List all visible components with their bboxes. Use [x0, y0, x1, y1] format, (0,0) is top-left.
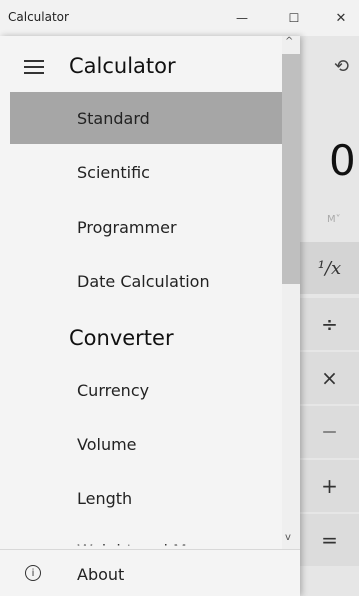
about-link[interactable]: About: [77, 565, 124, 584]
result-display: 0: [329, 136, 356, 185]
maximize-button[interactable]: ☐: [280, 6, 308, 30]
divide-key[interactable]: ÷: [300, 298, 359, 350]
nav-item-currency[interactable]: Currency: [10, 364, 282, 416]
title-bar: Calculator — ☐ ✕: [0, 0, 359, 36]
divide-label: ÷: [321, 312, 338, 336]
nav-item-programmer[interactable]: Programmer: [10, 201, 282, 253]
nav-item-label: Length: [77, 488, 133, 508]
history-icon: ⟲: [334, 56, 350, 77]
equals-key[interactable]: =: [300, 514, 359, 566]
scroll-down-icon[interactable]: v: [285, 532, 291, 543]
minimize-icon: —: [236, 11, 248, 25]
nav-item-label: Volume: [77, 434, 137, 454]
calculator-body: ⟲ 0 M˅ ¹/x ÷ × — + =: [300, 36, 359, 596]
subtract-key[interactable]: —: [300, 406, 359, 458]
memory-button[interactable]: M˅: [327, 214, 341, 225]
scroll-up-icon[interactable]: ^: [285, 36, 293, 47]
nav-item-label: Currency: [77, 380, 150, 400]
nav-scrollbar-thumb[interactable]: [282, 54, 300, 284]
multiply-key[interactable]: ×: [300, 352, 359, 404]
multiply-label: ×: [321, 366, 338, 390]
nav-item-label: Scientific: [77, 162, 150, 182]
subtract-label: —: [322, 424, 337, 440]
hamburger-icon[interactable]: [24, 60, 44, 74]
nav-item-date-calculation[interactable]: Date Calculation: [10, 255, 282, 307]
nav-item-length[interactable]: Length: [10, 472, 282, 524]
nav-item-standard[interactable]: Standard: [10, 92, 282, 144]
nav-item-label: Programmer: [77, 217, 177, 237]
add-key[interactable]: +: [300, 460, 359, 512]
nav-item-label: Standard: [77, 108, 150, 128]
nav-footer: i About: [0, 549, 300, 596]
reciprocal-label: ¹/x: [317, 257, 342, 279]
add-label: +: [321, 474, 338, 498]
nav-item-label: Date Calculation: [77, 271, 210, 291]
nav-item-volume[interactable]: Volume: [10, 418, 282, 470]
history-button[interactable]: ⟲: [334, 56, 349, 77]
window-title: Calculator: [8, 10, 69, 24]
close-button[interactable]: ✕: [327, 6, 355, 30]
navigation-pane: Calculator Standard Scientific Programme…: [0, 36, 300, 596]
converter-section-header: Converter: [69, 326, 174, 350]
nav-header: Calculator: [0, 46, 282, 88]
close-icon: ✕: [335, 10, 347, 26]
maximize-icon: ☐: [288, 11, 300, 25]
reciprocal-key[interactable]: ¹/x: [300, 242, 359, 294]
minimize-button[interactable]: —: [228, 6, 256, 30]
nav-title: Calculator: [69, 54, 176, 78]
equals-label: =: [321, 528, 338, 552]
info-icon: i: [25, 565, 41, 581]
nav-item-scientific[interactable]: Scientific: [10, 146, 282, 198]
